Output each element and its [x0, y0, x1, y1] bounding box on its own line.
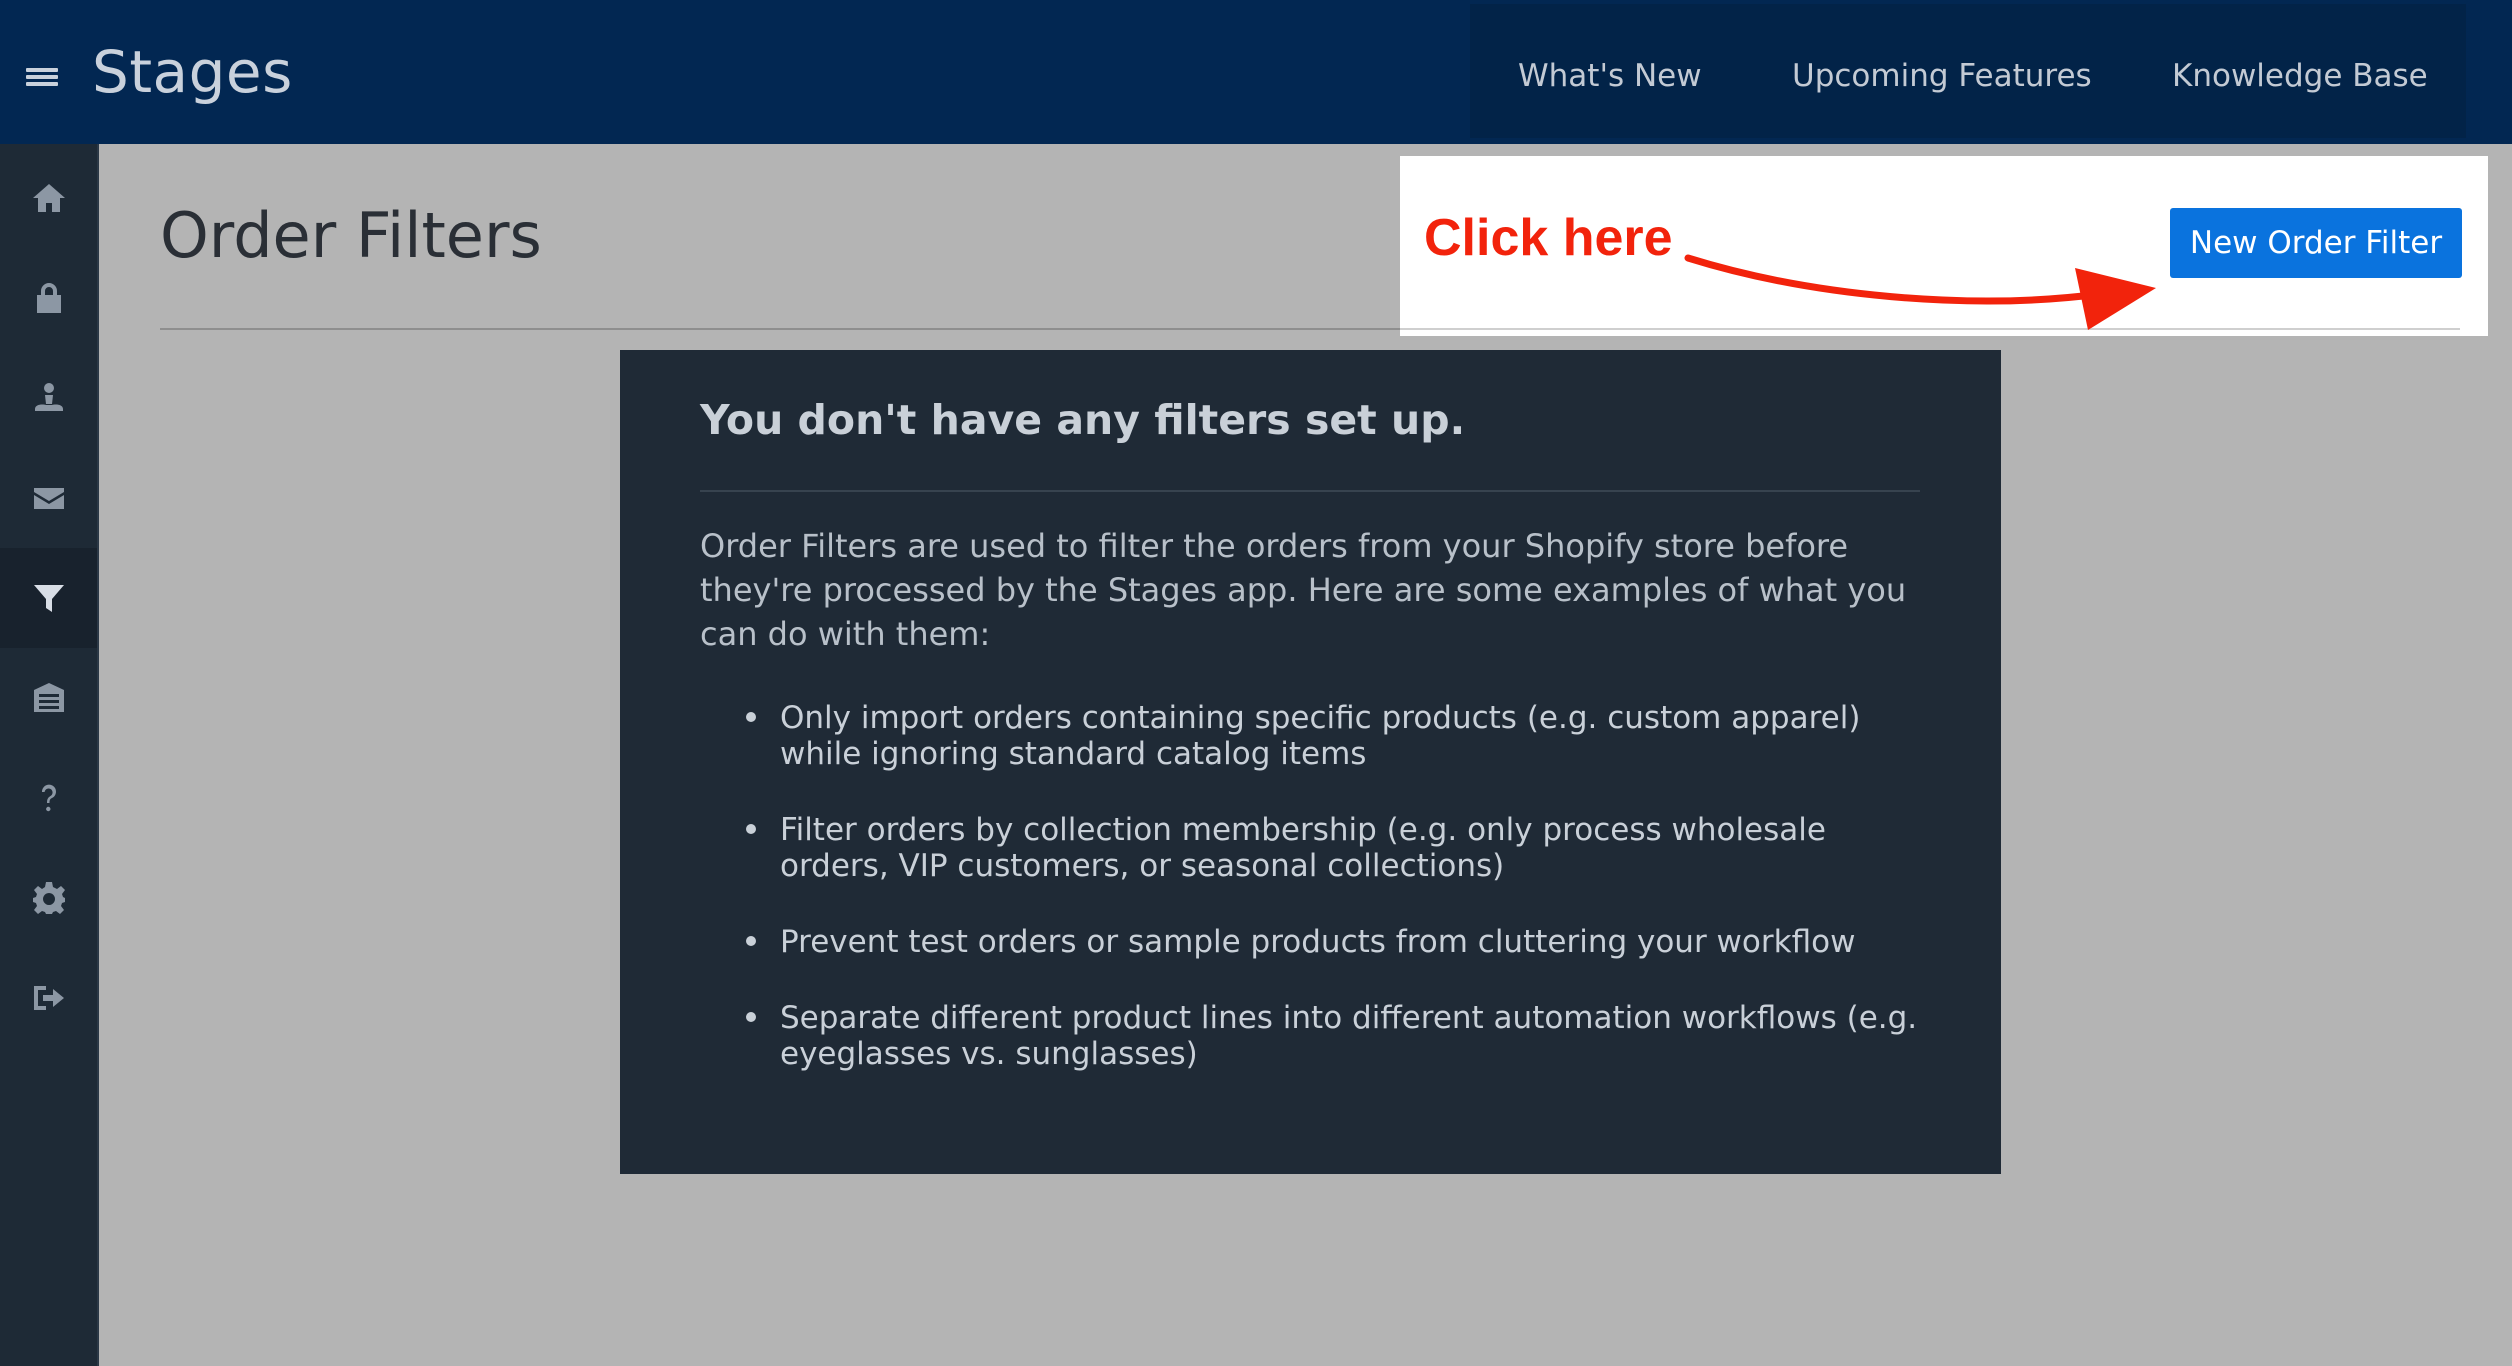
filter-icon: [33, 585, 64, 612]
example-list: Only import orders containing specific p…: [700, 700, 1940, 1112]
bullet-icon: [746, 1012, 756, 1022]
home-icon: [32, 184, 65, 212]
list-item-text: Prevent test orders or sample products f…: [780, 924, 1856, 960]
sidebar-item-sign-out[interactable]: [0, 948, 97, 1048]
empty-state-divider: [700, 490, 1920, 492]
list-item-text: Filter orders by collection membership (…: [780, 812, 1826, 884]
list-item: Filter orders by collection membership (…: [700, 812, 1940, 884]
sidebar-item-home[interactable]: [0, 148, 97, 248]
sidebar: [0, 144, 99, 1366]
sidebar-item-archive[interactable]: [0, 648, 97, 748]
list-item: Only import orders containing specific p…: [700, 700, 1940, 772]
bullet-icon: [746, 824, 756, 834]
bullet-icon: [746, 936, 756, 946]
list-item: Separate different product lines into di…: [700, 1000, 1940, 1072]
empty-state-panel: You don't have any filters set up. Order…: [620, 350, 2001, 1174]
user-icon: [34, 383, 63, 411]
question-icon: [41, 784, 56, 812]
highlight-callout: Click here New Order Filter: [1400, 156, 2488, 336]
sign-out-icon: [33, 986, 64, 1010]
list-item-text: Only import orders containing specific p…: [780, 700, 1861, 772]
red-arrow-annotation: [1684, 254, 2156, 330]
empty-state-intro: Order Filters are used to filter the ord…: [700, 527, 1907, 653]
sidebar-item-customers[interactable]: [0, 348, 97, 448]
archive-icon: [33, 683, 64, 712]
top-navigation: What's New Upcoming Features Knowledge B…: [1470, 4, 2466, 138]
bullet-icon: [746, 712, 756, 722]
list-item: Prevent test orders or sample products f…: [700, 924, 1940, 960]
sidebar-item-order-filters[interactable]: [0, 548, 97, 648]
lock-icon: [36, 283, 61, 313]
sidebar-item-settings[interactable]: [0, 848, 97, 948]
app-title: Stages: [92, 38, 293, 106]
empty-state-heading: You don't have any filters set up.: [700, 396, 1466, 444]
sidebar-item-messages[interactable]: [0, 448, 97, 548]
nav-whats-new[interactable]: What's New: [1518, 54, 1702, 98]
nav-knowledge-base[interactable]: Knowledge Base: [2172, 54, 2428, 98]
page-title: Order Filters: [160, 199, 542, 272]
gear-icon: [32, 882, 65, 914]
list-item-text: Separate different product lines into di…: [780, 1000, 1918, 1072]
new-order-filter-button[interactable]: New Order Filter: [2170, 208, 2462, 278]
sidebar-item-security[interactable]: [0, 248, 97, 348]
sidebar-item-help[interactable]: [0, 748, 97, 848]
envelope-icon: [33, 488, 64, 509]
hamburger-menu-icon[interactable]: [26, 68, 58, 86]
nav-upcoming-features[interactable]: Upcoming Features: [1792, 54, 2092, 98]
top-header: Stages What's New Upcoming Features Know…: [0, 0, 2512, 144]
click-here-annotation: Click here: [1424, 209, 1673, 267]
